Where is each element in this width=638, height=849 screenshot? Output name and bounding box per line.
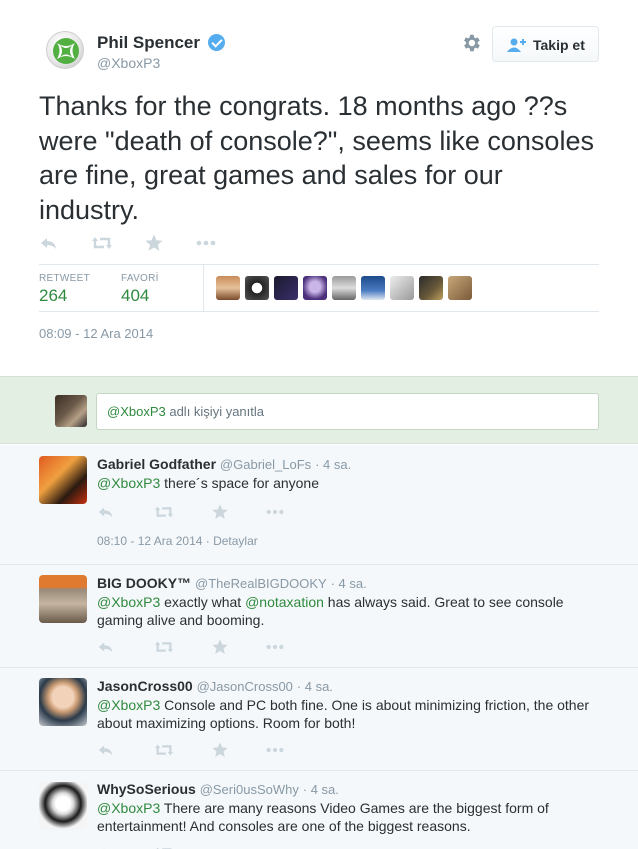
retweet-icon[interactable] — [91, 233, 113, 253]
reply-author-name[interactable]: WhySoSerious — [97, 781, 196, 797]
avatar[interactable] — [274, 276, 298, 300]
list-item[interactable]: BIG DOOKY™ @TheRealBIGDOOKY · 4 sa. @Xbo… — [0, 565, 638, 668]
follow-user-icon — [507, 38, 526, 52]
avatar[interactable] — [245, 276, 269, 300]
retweet-icon[interactable] — [154, 843, 174, 849]
list-item[interactable]: JasonCross00 @JasonCross00 · 4 sa. @Xbox… — [0, 668, 638, 771]
avatar[interactable] — [39, 575, 87, 623]
reply-placeholder: adlı kişiyi yanıtla — [165, 404, 264, 419]
reply-time[interactable]: · 4 sa. — [303, 782, 339, 797]
reply-body: There are many reasons Video Games are t… — [97, 800, 549, 834]
stats-divider — [203, 265, 204, 311]
avatar[interactable] — [390, 276, 414, 300]
avatar[interactable] — [39, 456, 87, 504]
reply-actions — [97, 637, 297, 655]
avatar — [55, 395, 87, 427]
reply-text: @XboxP3 exactly what @notaxation has alw… — [97, 593, 607, 629]
avatar[interactable] — [303, 276, 327, 300]
favorite-icon[interactable] — [211, 502, 229, 522]
reply-author-handle[interactable]: @Seri0usSoWhy — [200, 782, 299, 797]
reply-text: @XboxP3 there´s space for anyone — [97, 474, 607, 492]
tweet-timestamp[interactable]: 08:09 - 12 Ara 2014 — [39, 326, 153, 341]
reply-author-name[interactable]: JasonCross00 — [97, 678, 193, 694]
author-handle[interactable]: @XboxP3 — [97, 55, 160, 71]
retweet-label: RETWEET — [39, 273, 90, 284]
reply-author-handle[interactable]: @TheRealBIGDOOKY — [195, 576, 327, 591]
reply-actions — [97, 740, 297, 758]
reply-box: @XboxP3 adlı kişiyi yanıtla — [0, 376, 638, 444]
avatar[interactable] — [361, 276, 385, 300]
mention-link[interactable]: @XboxP3 — [97, 594, 160, 610]
reply-icon[interactable] — [97, 637, 115, 657]
replies-list: Gabriel Godfather @Gabriel_LoFs · 4 sa. … — [0, 445, 638, 849]
reply-text: @XboxP3 Console and PC both fine. One is… — [97, 696, 607, 732]
reply-icon[interactable] — [39, 233, 59, 253]
favorite-label: FAVORİ — [121, 273, 159, 284]
retweet-icon[interactable] — [154, 637, 174, 657]
reply-text: @XboxP3 There are many reasons Video Gam… — [97, 799, 607, 835]
retweet-count[interactable]: 264 — [39, 286, 67, 306]
reply-actions — [97, 502, 297, 520]
mention-link[interactable]: @notaxation — [245, 594, 324, 610]
reply-mention: @XboxP3 — [107, 404, 166, 419]
avatar[interactable] — [216, 276, 240, 300]
reply-time[interactable]: · 4 sa. — [331, 576, 367, 591]
reply-author-handle[interactable]: @Gabriel_LoFs — [220, 457, 311, 472]
retweet-icon[interactable] — [154, 740, 174, 760]
avatar[interactable] — [39, 782, 87, 830]
gear-icon[interactable] — [460, 32, 482, 54]
reply-author-handle[interactable]: @JasonCross00 — [197, 679, 293, 694]
list-item[interactable]: Gabriel Godfather @Gabriel_LoFs · 4 sa. … — [0, 445, 638, 565]
tweet-text: Thanks for the congrats. 18 months ago ?… — [39, 91, 594, 225]
reply-author-name[interactable]: Gabriel Godfather — [97, 456, 216, 472]
reply-body: exactly what — [160, 594, 246, 610]
reply-icon[interactable] — [97, 843, 115, 849]
reply-body: Console and PC both fine. One is about m… — [97, 697, 590, 731]
favorite-icon[interactable] — [144, 233, 164, 253]
reply-icon[interactable] — [97, 502, 115, 522]
avatar[interactable] — [332, 276, 356, 300]
list-item[interactable]: WhySoSerious @Seri0usSoWhy · 4 sa. @Xbox… — [0, 771, 638, 849]
reply-detail-timestamp[interactable]: 08:10 - 12 Ara 2014 · Detaylar — [97, 534, 258, 548]
reply-time[interactable]: · 4 sa. — [297, 679, 333, 694]
author-name[interactable]: Phil Spencer — [97, 33, 200, 53]
verified-icon — [208, 34, 225, 51]
reply-body: there´s space for anyone — [160, 475, 320, 491]
xbox-logo-icon[interactable] — [46, 31, 84, 69]
main-tweet: Phil Spencer @XboxP3 Takip et Thanks for… — [0, 0, 638, 376]
avatar[interactable] — [39, 678, 87, 726]
follow-button[interactable]: Takip et — [492, 26, 599, 62]
favorite-icon[interactable] — [211, 740, 229, 760]
reply-input[interactable]: @XboxP3 adlı kişiyi yanıtla — [96, 393, 599, 430]
mention-link[interactable]: @XboxP3 — [97, 697, 160, 713]
reply-actions — [97, 843, 297, 849]
more-icon[interactable] — [265, 502, 285, 522]
mention-link[interactable]: @XboxP3 — [97, 475, 160, 491]
avatar[interactable] — [419, 276, 443, 300]
tweet-stats: RETWEET 264 FAVORİ 404 — [39, 264, 599, 312]
favorite-icon[interactable] — [211, 637, 229, 657]
favorite-count[interactable]: 404 — [121, 286, 149, 306]
more-icon[interactable] — [195, 233, 217, 253]
retweet-icon[interactable] — [154, 502, 174, 522]
mention-link[interactable]: @XboxP3 — [97, 800, 160, 816]
reply-author-name[interactable]: BIG DOOKY™ — [97, 575, 191, 591]
more-icon[interactable] — [265, 637, 285, 657]
more-icon[interactable] — [265, 740, 285, 760]
reply-icon[interactable] — [97, 740, 115, 760]
tweet-actions — [39, 233, 239, 255]
avatar[interactable] — [448, 276, 472, 300]
reply-time[interactable]: · 4 sa. — [315, 457, 351, 472]
follow-button-label: Takip et — [533, 37, 585, 53]
